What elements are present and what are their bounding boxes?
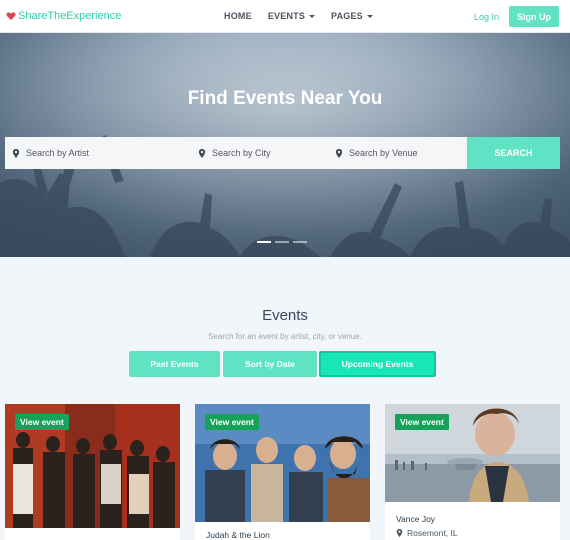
search-button[interactable]: SEARCH [467, 137, 560, 169]
past-events-button[interactable]: Past Events [129, 351, 220, 377]
city-search-input[interactable]: Search by City [191, 137, 328, 169]
event-card: View event Judah & the Lion [195, 404, 370, 540]
sort-by-date-button[interactable]: Sort by Date [223, 351, 317, 377]
hero-title: Find Events Near You [187, 88, 383, 109]
hero-banner: Find Events Near You Search by Artist Se… [0, 33, 570, 257]
upcoming-events-button[interactable]: Upcoming Events [319, 351, 436, 377]
nav-home[interactable]: HOME [224, 11, 252, 21]
nav-home-label: HOME [224, 11, 252, 21]
city-search-placeholder: Search by City [212, 148, 271, 158]
event-location-label: Rosemont, IL [407, 528, 458, 538]
view-event-button[interactable]: View event [15, 414, 69, 430]
main-nav: HOME EVENTS PAGES [224, 11, 389, 21]
heart-icon [6, 12, 16, 20]
map-pin-icon [198, 148, 206, 158]
events-section-subtitle: Search for an event by artist, city, or … [208, 332, 362, 341]
brand-logo[interactable]: ShareTheExperience [6, 10, 121, 22]
event-card: View event [5, 404, 180, 540]
view-event-button[interactable]: View event [205, 414, 259, 430]
venue-search-input[interactable]: Search by Venue [328, 137, 467, 169]
brand-name: ShareTheExperience [18, 10, 122, 22]
event-artist-name: Vance Joy [396, 514, 436, 524]
events-section-title: Events [262, 307, 308, 324]
caret-down-icon [366, 14, 373, 18]
nav-pages-label: PAGES [331, 11, 363, 21]
carousel-dot-2[interactable] [275, 241, 289, 243]
map-pin-icon [335, 148, 343, 158]
event-card: View event Vance Joy Rosemont, IL [385, 404, 560, 540]
event-artist-name: Judah & the Lion [206, 530, 270, 540]
nav-events-dropdown[interactable]: EVENTS [267, 11, 316, 21]
signup-button[interactable]: Sign Up [509, 6, 559, 27]
venue-search-placeholder: Search by Venue [349, 148, 418, 158]
event-search-bar: Search by Artist Search by City Search b… [5, 137, 560, 169]
event-location: Rosemont, IL [396, 528, 458, 538]
nav-events-label: EVENTS [267, 11, 306, 21]
carousel-indicators [257, 241, 311, 243]
caret-down-icon [309, 14, 316, 18]
artist-search-placeholder: Search by Artist [26, 148, 90, 158]
nav-pages-dropdown[interactable]: PAGES [331, 11, 373, 21]
map-pin-icon [12, 148, 20, 158]
login-link[interactable]: Log In [474, 12, 499, 22]
carousel-dot-1[interactable] [257, 241, 271, 243]
artist-search-input[interactable]: Search by Artist [5, 137, 191, 169]
map-pin-icon [396, 529, 403, 537]
top-navbar: ShareTheExperience HOME EVENTS PAGES Log… [0, 0, 570, 33]
carousel-dot-3[interactable] [293, 241, 307, 243]
view-event-button[interactable]: View event [395, 414, 449, 430]
